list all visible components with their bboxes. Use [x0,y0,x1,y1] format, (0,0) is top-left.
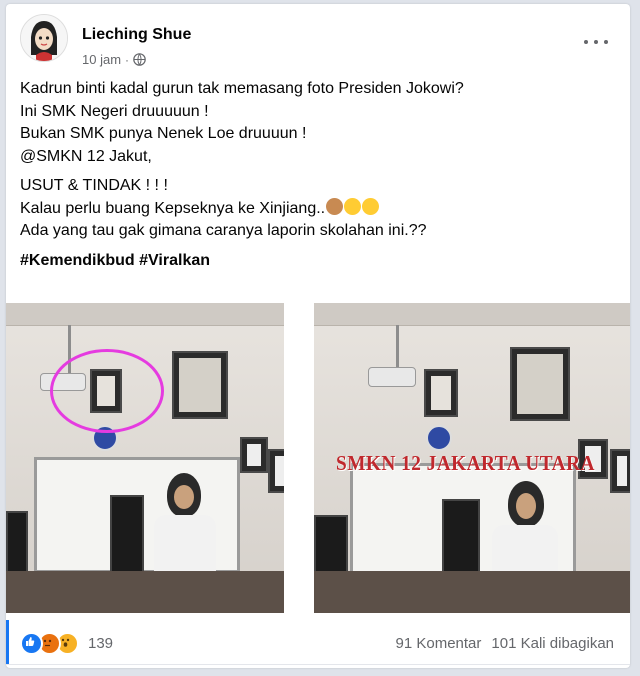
more-options-icon[interactable] [582,32,610,52]
avatar-cartoon-icon [21,15,67,61]
post-line: Bukan SMK punya Nenek Loe druuuun ! [20,125,307,142]
photo-left[interactable] [6,303,284,613]
hashtags: #Kemendikbud #Viralkan [20,250,620,273]
post-line-text: Kalau perlu buang Kepseknya ke Xinjiang.… [20,199,326,217]
post-line: Ini SMK Negeri druuuuun ! [20,102,209,120]
post-body: Kadrun binti kadal gurun tak memasang fo… [20,78,620,272]
shares-link[interactable]: 101 Kali dibagikan [491,635,614,652]
highlight-circle [50,349,164,433]
grinning-emoji-icon [362,197,380,215]
comments-link[interactable]: 91 Komentar [396,635,482,652]
hashtag-kemendikbud[interactable]: #Kemendikbud [20,252,135,269]
post-line: Ada yang tau gak gimana caranya laporin … [20,222,427,239]
post-card: Lieching Shue 10 jam · Kadrun binti kada… [6,4,630,668]
hashtag-viralkan[interactable]: #Viralkan [139,252,210,269]
monkey-emoji-icon [326,197,344,215]
image-overlay-text: SMKN 12 JAKARTA UTARA [336,451,595,475]
globe-icon[interactable] [133,53,146,66]
author-avatar[interactable] [20,14,68,62]
grinning-emoji-icon [344,197,362,215]
like-reaction-icon [20,632,43,655]
photo-right[interactable]: SMKN 12 JAKARTA UTARA [314,303,630,613]
meta-separator: · [125,52,130,67]
post-meta: 10 jam · [82,52,146,67]
post-line: Kadrun binti kadal gurun tak memasang fo… [20,80,464,97]
reactions-summary[interactable]: 139 [20,632,113,655]
author-name[interactable]: Lieching Shue [82,26,191,44]
post-line-with-emoji: Kalau perlu buang Kepseknya ke Xinjiang.… [20,197,620,221]
post-photos: SMKN 12 JAKARTA UTARA [6,303,630,613]
post-stats: 91 Komentar 101 Kali dibagikan [396,635,614,652]
post-line[interactable]: @SMKN 12 Jakut, [20,146,620,169]
reaction-count: 139 [88,635,114,652]
post-header: Lieching Shue 10 jam · [20,14,620,68]
post-footer: 139 91 Komentar 101 Kali dibagikan [6,620,630,665]
post-time[interactable]: 10 jam [82,52,121,67]
post-line: USUT & TINDAK ! ! ! [20,177,168,194]
